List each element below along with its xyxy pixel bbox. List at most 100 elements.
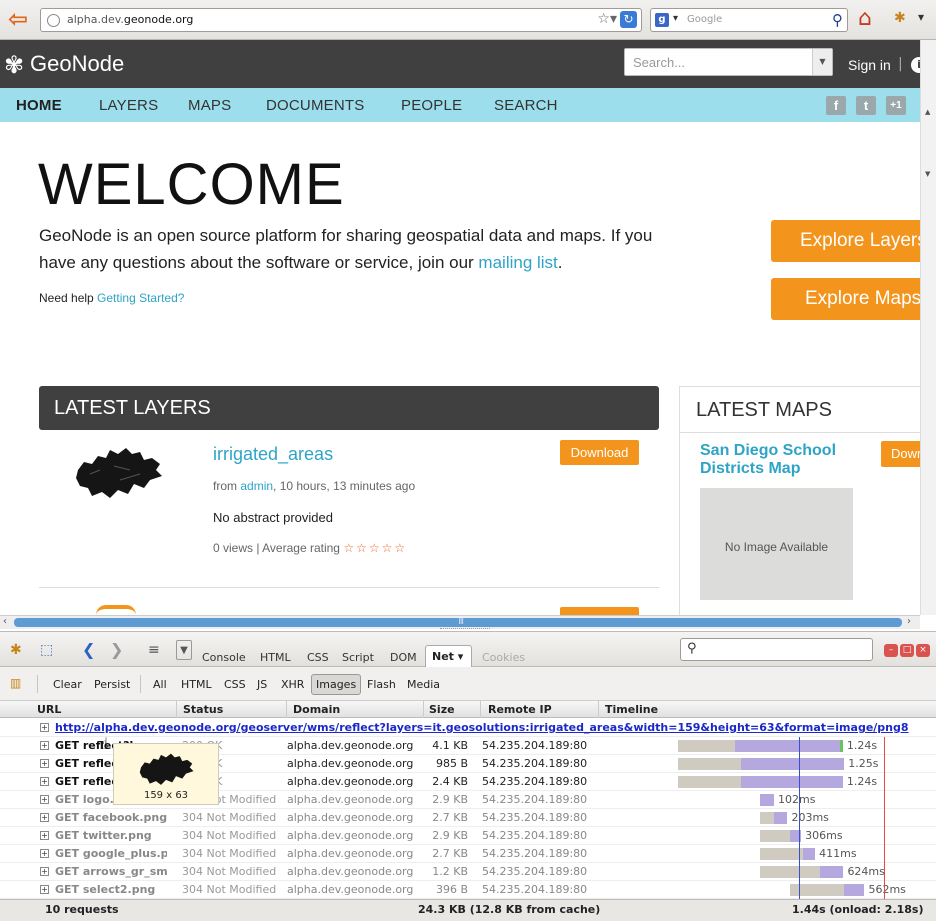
nav-home[interactable]: HOME bbox=[16, 97, 62, 114]
col-separator[interactable] bbox=[423, 701, 424, 718]
page-horizontal-scrollbar[interactable]: ‹ ||| › bbox=[0, 615, 920, 629]
nav-maps[interactable]: MAPS bbox=[188, 97, 231, 114]
tab-cookies[interactable]: Cookies bbox=[482, 651, 525, 664]
filter-all[interactable]: All bbox=[153, 678, 167, 691]
col-separator[interactable] bbox=[598, 701, 599, 718]
expand-toggle-icon[interactable]: + bbox=[40, 795, 49, 804]
nav-layers[interactable]: LAYERS bbox=[99, 97, 158, 114]
expand-toggle-icon[interactable]: + bbox=[40, 723, 49, 732]
minimize-icon[interactable]: – bbox=[884, 644, 898, 657]
panel-dropdown-icon[interactable]: ▼ bbox=[176, 640, 192, 660]
col-timeline[interactable]: Timeline bbox=[605, 703, 658, 716]
request-url[interactable]: GET select2.png bbox=[55, 881, 167, 898]
tab-css[interactable]: CSS bbox=[307, 651, 329, 664]
expand-toggle-icon[interactable]: + bbox=[40, 885, 49, 894]
page-vertical-scrollbar[interactable]: ▲ ▼ bbox=[920, 40, 936, 615]
clear-button[interactable]: Clear bbox=[53, 678, 82, 691]
request-url[interactable]: GET facebook.png bbox=[55, 809, 167, 826]
bookmark-star-icon[interactable]: ☆ bbox=[597, 11, 610, 27]
address-text[interactable]: alpha.dev.geonode.org bbox=[67, 13, 193, 26]
expand-toggle-icon[interactable]: + bbox=[40, 777, 49, 786]
net-toggle-icon[interactable]: ▥ bbox=[10, 676, 21, 690]
google-plus-icon[interactable]: +1 bbox=[886, 96, 906, 115]
explore-maps-button[interactable]: Explore Maps bbox=[771, 278, 931, 320]
panel-menu-icon[interactable]: ≡ bbox=[148, 642, 160, 658]
net-row[interactable]: + GET arrows_gr_sm.png 304 Not Modified alp… bbox=[0, 863, 936, 881]
persist-button[interactable]: Persist bbox=[94, 678, 130, 691]
col-domain[interactable]: Domain bbox=[293, 703, 340, 716]
twitter-icon[interactable]: t bbox=[856, 96, 876, 115]
col-separator[interactable] bbox=[286, 701, 287, 718]
back-icon[interactable]: ❮ bbox=[82, 640, 95, 659]
nav-people[interactable]: PEOPLE bbox=[401, 97, 462, 114]
expand-toggle-icon[interactable]: + bbox=[40, 831, 49, 840]
home-icon[interactable]: ⌂ bbox=[858, 6, 872, 32]
rating-stars-icon[interactable]: ☆☆☆☆☆ bbox=[343, 541, 407, 555]
expand-toggle-icon[interactable]: + bbox=[40, 759, 49, 768]
close-icon[interactable]: × bbox=[916, 644, 930, 657]
firebug-menu-icon[interactable]: ✱ bbox=[10, 642, 22, 658]
filter-css[interactable]: CSS bbox=[224, 678, 246, 691]
explore-layers-button[interactable]: Explore Layers bbox=[771, 220, 931, 262]
request-url[interactable]: GET twitter.png bbox=[55, 827, 167, 844]
filter-images[interactable]: Images bbox=[311, 674, 362, 695]
nav-documents[interactable]: DOCUMENTS bbox=[266, 97, 364, 114]
search-dropdown-icon[interactable]: ▼ bbox=[812, 49, 832, 75]
net-row[interactable]: + GET select2.png 304 Not Modified alpha.de… bbox=[0, 881, 936, 899]
nav-search[interactable]: SEARCH bbox=[494, 97, 558, 114]
facebook-icon[interactable]: f bbox=[826, 96, 846, 115]
dropdown-arrow-icon[interactable]: ▾ bbox=[610, 11, 617, 27]
expand-toggle-icon[interactable]: + bbox=[40, 867, 49, 876]
map-title-link[interactable]: San Diego School Districts Map bbox=[700, 442, 860, 478]
layer-title-link[interactable]: irrigated_areas bbox=[213, 444, 333, 465]
layer-owner-link[interactable]: admin bbox=[240, 479, 273, 493]
layer-download-button[interactable]: Download bbox=[560, 440, 639, 465]
horizontal-scroll-thumb[interactable]: ||| bbox=[14, 615, 902, 627]
tab-script[interactable]: Script bbox=[342, 651, 374, 664]
net-row[interactable]: + GET twitter.png 304 Not Modified alpha.de… bbox=[0, 827, 936, 845]
layer-thumbnail[interactable] bbox=[70, 440, 166, 502]
request-url[interactable]: GET arrows_gr_sm.png bbox=[55, 863, 167, 880]
filter-html[interactable]: HTML bbox=[181, 678, 212, 691]
request-url[interactable]: GET google_plus.png bbox=[55, 845, 167, 862]
tab-dom[interactable]: DOM bbox=[390, 651, 417, 664]
col-separator[interactable] bbox=[176, 701, 177, 718]
firebug-search-input[interactable]: ⚲ bbox=[680, 638, 873, 661]
col-url[interactable]: URL bbox=[37, 703, 61, 716]
reload-icon[interactable]: ↻ bbox=[620, 11, 637, 28]
firebug-icon[interactable]: ✱ bbox=[894, 10, 906, 26]
sign-in-link[interactable]: Sign in bbox=[848, 57, 891, 73]
expand-toggle-icon[interactable]: + bbox=[40, 813, 49, 822]
col-status[interactable]: Status bbox=[183, 703, 223, 716]
filter-flash[interactable]: Flash bbox=[367, 678, 396, 691]
site-search-input[interactable] bbox=[633, 50, 813, 74]
filter-js[interactable]: JS bbox=[257, 678, 267, 691]
request-url-link[interactable]: http://alpha.dev.geonode.org/geoserver/w… bbox=[55, 721, 909, 734]
scroll-right-icon[interactable]: › bbox=[907, 616, 911, 627]
mailing-list-link[interactable]: mailing list bbox=[478, 253, 557, 272]
forward-icon[interactable]: ❯ bbox=[110, 640, 123, 659]
tab-console[interactable]: Console bbox=[202, 651, 246, 664]
expand-toggle-icon[interactable]: + bbox=[40, 849, 49, 858]
expand-toggle-icon[interactable]: + bbox=[40, 741, 49, 750]
engine-dropdown-icon[interactable]: ▾ bbox=[673, 13, 678, 24]
address-bar[interactable]: alpha.dev.geonode.org ☆▾ ↻ bbox=[40, 8, 642, 32]
scroll-up-icon[interactable]: ▲ bbox=[925, 108, 930, 116]
detach-icon[interactable]: □ bbox=[900, 644, 914, 657]
google-engine-icon[interactable]: g bbox=[655, 13, 669, 27]
scroll-down-icon[interactable]: ▼ bbox=[925, 170, 930, 178]
col-separator[interactable] bbox=[480, 701, 481, 718]
magnifier-icon[interactable]: ⚲ bbox=[832, 11, 843, 29]
filter-xhr[interactable]: XHR bbox=[281, 678, 304, 691]
scroll-left-icon[interactable]: ‹ bbox=[3, 616, 7, 627]
toolbar-overflow-icon[interactable]: ▾ bbox=[918, 10, 924, 24]
tab-html[interactable]: HTML bbox=[260, 651, 291, 664]
next-layer-download-button[interactable] bbox=[560, 607, 639, 615]
col-size[interactable]: Size bbox=[429, 703, 455, 716]
net-row[interactable]: + GET google_plus.png 304 Not Modified alph… bbox=[0, 845, 936, 863]
filter-media[interactable]: Media bbox=[407, 678, 440, 691]
inspect-icon[interactable]: ⬚ bbox=[40, 642, 53, 658]
col-remote-ip[interactable]: Remote IP bbox=[488, 703, 552, 716]
tab-net[interactable]: Net ▾ bbox=[425, 645, 472, 667]
browser-search-bar[interactable]: g ▾ Google ⚲ bbox=[650, 8, 848, 32]
